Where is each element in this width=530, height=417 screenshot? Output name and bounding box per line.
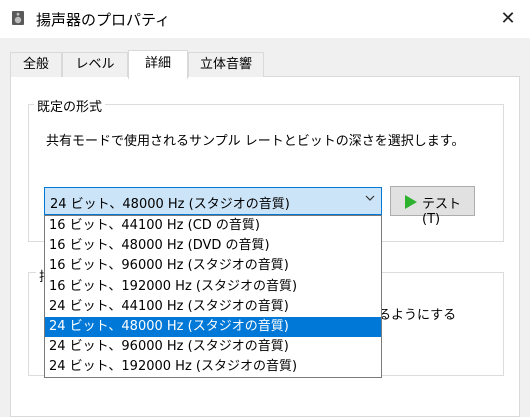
format-option[interactable]: 16 ビット、44100 Hz (CD の音質): [45, 216, 381, 236]
format-option[interactable]: 24 ビット、192000 Hz (スタジオの音質): [45, 357, 381, 377]
format-dropdown-list[interactable]: 16 ビット、44100 Hz (CD の音質) 16 ビット、48000 Hz…: [44, 215, 382, 378]
format-option-selected[interactable]: 24 ビット、48000 Hz (スタジオの音質): [45, 316, 381, 338]
default-format-description: 共有モードで使用されるサンプル レートとビットの深さを選択します。: [46, 134, 465, 149]
tab-general[interactable]: 全般: [10, 52, 62, 77]
speaker-icon: [12, 11, 24, 25]
window-title: 揚声器のプロパティ: [36, 11, 171, 29]
default-format-label: 既定の形式: [34, 96, 106, 115]
format-option[interactable]: 24 ビット、96000 Hz (スタジオの音質): [45, 337, 381, 357]
chevron-down-icon: [365, 195, 375, 201]
exclusive-mode-option-text: るようにする: [378, 308, 457, 323]
format-combobox-value: 24 ビット、48000 Hz (スタジオの音質): [50, 197, 290, 212]
tab-spatial-sound[interactable]: 立体音響: [188, 52, 264, 77]
test-button-label: テスト(T): [422, 197, 462, 227]
title-bar: 揚声器のプロパティ ✕: [0, 0, 530, 38]
format-option[interactable]: 24 ビット、44100 Hz (スタジオの音質): [45, 297, 381, 317]
format-combobox[interactable]: 24 ビット、48000 Hz (スタジオの音質): [44, 187, 382, 215]
format-option[interactable]: 16 ビット、96000 Hz (スタジオの音質): [45, 256, 381, 276]
tab-advanced[interactable]: 詳細: [128, 50, 188, 79]
format-option[interactable]: 16 ビット、192000 Hz (スタジオの音質): [45, 277, 381, 297]
tab-levels[interactable]: レベル: [62, 52, 128, 77]
close-button[interactable]: ✕: [486, 0, 530, 38]
play-icon: [405, 195, 417, 209]
format-option[interactable]: 16 ビット、48000 Hz (DVD の音質): [45, 236, 381, 256]
test-button[interactable]: テスト(T): [390, 186, 475, 227]
